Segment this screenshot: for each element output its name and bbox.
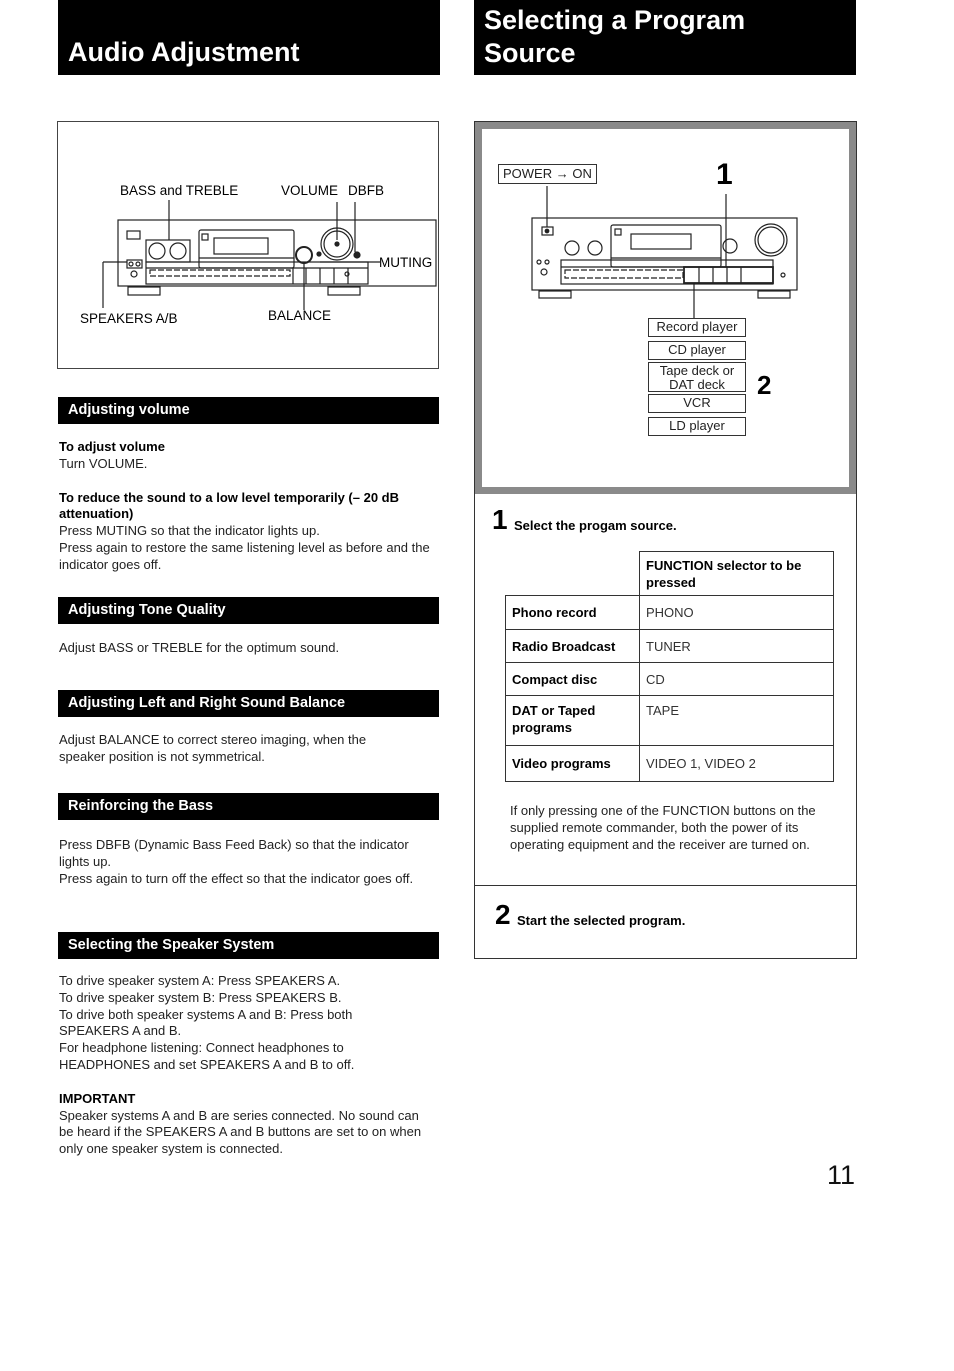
- paragraph: Turn VOLUME.: [59, 455, 148, 471]
- table-row: Radio Broadcast TUNER: [505, 629, 834, 663]
- page-title-selecting-program-source: Selecting a Program Source: [474, 0, 856, 75]
- paragraph: Press again to turn off the effect so th…: [59, 870, 414, 886]
- adjusting-volume-body: To adjust volume Turn VOLUME. To reduce …: [59, 439, 444, 574]
- step-2-number: 2: [495, 899, 511, 930]
- receiver-front-panel-illustration: [102, 200, 437, 310]
- table-header: FUNCTION selector to be pressed: [639, 551, 834, 596]
- page-title-audio-adjustment: Audio Adjustment: [58, 0, 440, 75]
- paragraph: For headphone listening: Connect headpho…: [59, 1040, 355, 1072]
- section-heading-tone-quality: Adjusting Tone Quality: [58, 597, 439, 624]
- paragraph: To drive speaker system A: Press SPEAKER…: [59, 973, 341, 988]
- step-divider: [475, 885, 856, 886]
- callout-2: 2: [757, 370, 772, 400]
- selector-cell: CD: [639, 662, 834, 696]
- title-line-2: Source: [484, 38, 576, 68]
- step-1-text: Select the progam source.: [514, 518, 677, 533]
- source-cell: Video programs: [505, 745, 640, 782]
- subhead-reduce-sound: To reduce the sound to a low level tempo…: [59, 489, 399, 522]
- source-cell: Phono record: [505, 595, 640, 630]
- step-2-text: Start the selected program.: [517, 913, 686, 928]
- step-1-number: 1: [492, 504, 508, 535]
- power-on-label: POWER → ON: [498, 164, 597, 184]
- source-cell: Compact disc: [505, 662, 640, 696]
- reinforcing-bass-body: Press DBFB (Dynamic Bass Feed Back) so t…: [59, 837, 429, 887]
- section-heading-sound-balance: Adjusting Left and Right Sound Balance: [58, 690, 439, 717]
- label-balance: BALANCE: [268, 308, 332, 323]
- source-tape-dat-deck: Tape deck or DAT deck: [648, 362, 746, 392]
- source-tape-line-1: Tape deck or: [659, 363, 735, 378]
- selector-cell: PHONO: [639, 595, 834, 630]
- audio-controls-figure: BASS and TREBLE VOLUME DBFB MUTING SPEAK…: [57, 121, 439, 369]
- table-row: Compact disc CD: [505, 662, 834, 696]
- power-on-text: POWER → ON: [503, 166, 592, 181]
- section-heading-reinforcing-bass: Reinforcing the Bass: [58, 793, 439, 820]
- paragraph: To drive speaker system B: Press SPEAKER…: [59, 989, 342, 1005]
- function-selector-table: FUNCTION selector to be pressed Phono re…: [505, 551, 834, 782]
- page-number: 11: [827, 1160, 856, 1190]
- important-text: Speaker systems A and B are series conne…: [59, 1107, 422, 1157]
- source-cd-player: CD player: [648, 341, 746, 360]
- paragraph: Press again to restore the same listenin…: [59, 539, 430, 572]
- label-dbfb: DBFB: [348, 183, 385, 198]
- paragraph: Press MUTING so that the indicator light…: [59, 523, 320, 539]
- source-vcr: VCR: [648, 394, 746, 413]
- source-cell: Radio Broadcast: [505, 629, 640, 663]
- important-label: IMPORTANT: [59, 1090, 136, 1106]
- source-ld-player: LD player: [648, 417, 746, 436]
- title-line-1: Selecting a Program: [484, 5, 746, 35]
- callout-1: 1: [716, 158, 733, 191]
- table-row: Phono record PHONO: [505, 595, 834, 630]
- selector-cell: TAPE: [639, 695, 834, 746]
- selector-cell: TUNER: [639, 629, 834, 663]
- table-row: Video programs VIDEO 1, VIDEO 2: [505, 745, 834, 782]
- paragraph: To drive both speaker systems A and B: P…: [59, 1006, 353, 1039]
- title-text: Audio Adjustment: [68, 37, 300, 67]
- speaker-system-body: To drive speaker system A: Press SPEAKER…: [59, 973, 421, 1158]
- paragraph: Adjust BALANCE to correct stereo imaging…: [59, 732, 367, 764]
- paragraph: Press DBFB (Dynamic Bass Feed Back) so t…: [59, 837, 409, 869]
- label-bass-treble: BASS and TREBLE: [120, 183, 239, 198]
- source-cell: DAT or Taped programs: [505, 695, 640, 746]
- function-note: If only pressing one of the FUNCTION but…: [510, 803, 816, 852]
- label-muting: MUTING: [379, 255, 433, 270]
- section-heading-speaker-system: Selecting the Speaker System: [58, 932, 439, 959]
- label-speakers: SPEAKERS A/B: [80, 311, 178, 326]
- label-volume: VOLUME: [281, 183, 339, 198]
- subhead-adjust-volume: To adjust volume: [59, 439, 165, 454]
- selector-cell: VIDEO 1, VIDEO 2: [639, 745, 834, 782]
- section-heading-adjusting-volume: Adjusting volume: [58, 397, 439, 424]
- source-tape-line-2: DAT deck: [669, 377, 725, 392]
- table-row: DAT or Taped programs TAPE: [505, 695, 834, 746]
- paragraph: Adjust BASS or TREBLE for the optimum so…: [59, 640, 340, 655]
- source-record-player: Record player: [648, 318, 746, 337]
